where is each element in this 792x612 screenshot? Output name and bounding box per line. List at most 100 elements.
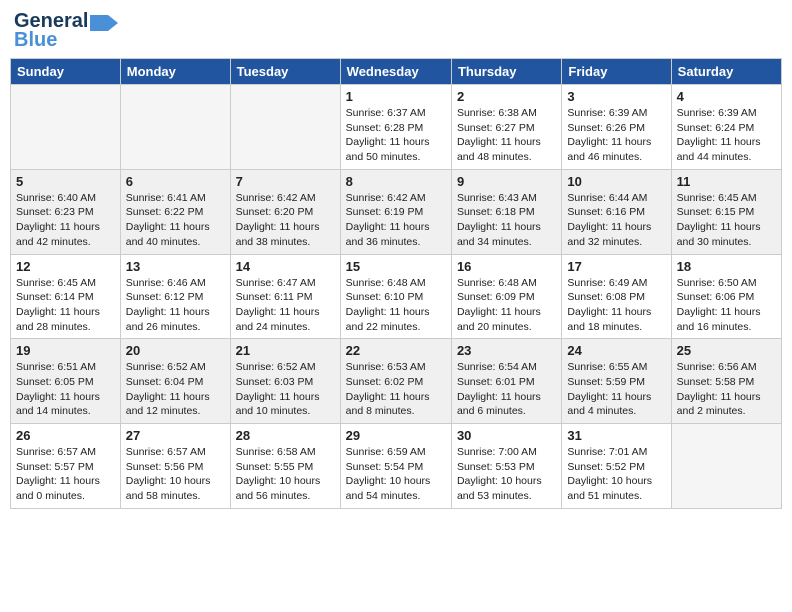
day-info: Sunrise: 6:39 AM Sunset: 6:24 PM Dayligh…	[677, 106, 776, 165]
header-saturday: Saturday	[671, 59, 781, 85]
day-number: 30	[457, 428, 556, 443]
calendar-week-row: 1 Sunrise: 6:37 AM Sunset: 6:28 PM Daylig…	[11, 85, 782, 170]
day-number: 11	[677, 174, 776, 189]
calendar-cell: 10 Sunrise: 6:44 AM Sunset: 6:16 PM Dayli…	[562, 169, 671, 254]
day-info: Sunrise: 6:51 AM Sunset: 6:05 PM Dayligh…	[16, 360, 115, 419]
calendar-cell: 17 Sunrise: 6:49 AM Sunset: 6:08 PM Dayli…	[562, 254, 671, 339]
day-info: Sunrise: 6:50 AM Sunset: 6:06 PM Dayligh…	[677, 276, 776, 335]
day-info: Sunrise: 6:44 AM Sunset: 6:16 PM Dayligh…	[567, 191, 665, 250]
day-number: 1	[346, 89, 446, 104]
day-number: 26	[16, 428, 115, 443]
day-number: 6	[126, 174, 225, 189]
calendar-cell: 29 Sunrise: 6:59 AM Sunset: 5:54 PM Dayli…	[340, 424, 451, 509]
day-number: 10	[567, 174, 665, 189]
day-number: 22	[346, 343, 446, 358]
day-number: 13	[126, 259, 225, 274]
logo-arrow-icon	[90, 15, 118, 31]
day-info: Sunrise: 6:41 AM Sunset: 6:22 PM Dayligh…	[126, 191, 225, 250]
calendar-cell: 15 Sunrise: 6:48 AM Sunset: 6:10 PM Dayli…	[340, 254, 451, 339]
day-info: Sunrise: 6:57 AM Sunset: 5:57 PM Dayligh…	[16, 445, 115, 504]
day-number: 20	[126, 343, 225, 358]
calendar-week-row: 5 Sunrise: 6:40 AM Sunset: 6:23 PM Daylig…	[11, 169, 782, 254]
day-info: Sunrise: 6:37 AM Sunset: 6:28 PM Dayligh…	[346, 106, 446, 165]
calendar-cell: 20Sunrise: 6:52 AM Sunset: 6:04 PM Dayli…	[120, 339, 230, 424]
day-info: Sunrise: 6:49 AM Sunset: 6:08 PM Dayligh…	[567, 276, 665, 335]
day-info: Sunrise: 6:43 AM Sunset: 6:18 PM Dayligh…	[457, 191, 556, 250]
day-number: 29	[346, 428, 446, 443]
calendar-cell: 25 Sunrise: 6:56 AM Sunset: 5:58 PM Dayli…	[671, 339, 781, 424]
calendar-cell: 22 Sunrise: 6:53 AM Sunset: 6:02 PM Dayli…	[340, 339, 451, 424]
calendar-cell: 2Sunrise: 6:38 AM Sunset: 6:27 PM Daylig…	[451, 85, 561, 170]
calendar-cell: 30Sunrise: 7:00 AM Sunset: 5:53 PM Dayli…	[451, 424, 561, 509]
calendar-cell: 1 Sunrise: 6:37 AM Sunset: 6:28 PM Daylig…	[340, 85, 451, 170]
day-number: 31	[567, 428, 665, 443]
calendar-cell	[11, 85, 121, 170]
calendar-cell: 7Sunrise: 6:42 AM Sunset: 6:20 PM Daylig…	[230, 169, 340, 254]
calendar-cell: 9 Sunrise: 6:43 AM Sunset: 6:18 PM Daylig…	[451, 169, 561, 254]
calendar-cell: 28Sunrise: 6:58 AM Sunset: 5:55 PM Dayli…	[230, 424, 340, 509]
day-info: Sunrise: 6:56 AM Sunset: 5:58 PM Dayligh…	[677, 360, 776, 419]
day-number: 28	[236, 428, 335, 443]
calendar-week-row: 19 Sunrise: 6:51 AM Sunset: 6:05 PM Dayli…	[11, 339, 782, 424]
day-info: Sunrise: 6:52 AM Sunset: 6:03 PM Dayligh…	[236, 360, 335, 419]
day-number: 3	[567, 89, 665, 104]
calendar-table: SundayMondayTuesdayWednesdayThursdayFrid…	[10, 58, 782, 509]
header-monday: Monday	[120, 59, 230, 85]
day-info: Sunrise: 6:47 AM Sunset: 6:11 PM Dayligh…	[236, 276, 335, 335]
day-number: 2	[457, 89, 556, 104]
calendar-cell: 24 Sunrise: 6:55 AM Sunset: 5:59 PM Dayli…	[562, 339, 671, 424]
day-number: 18	[677, 259, 776, 274]
day-info: Sunrise: 7:01 AM Sunset: 5:52 PM Dayligh…	[567, 445, 665, 504]
day-number: 12	[16, 259, 115, 274]
day-number: 23	[457, 343, 556, 358]
calendar-cell	[230, 85, 340, 170]
calendar-cell: 11Sunrise: 6:45 AM Sunset: 6:15 PM Dayli…	[671, 169, 781, 254]
calendar-cell: 31 Sunrise: 7:01 AM Sunset: 5:52 PM Dayli…	[562, 424, 671, 509]
day-number: 21	[236, 343, 335, 358]
logo-blue: Blue	[14, 29, 57, 52]
calendar-cell: 3 Sunrise: 6:39 AM Sunset: 6:26 PM Daylig…	[562, 85, 671, 170]
calendar-cell: 6 Sunrise: 6:41 AM Sunset: 6:22 PM Daylig…	[120, 169, 230, 254]
day-number: 15	[346, 259, 446, 274]
header-sunday: Sunday	[11, 59, 121, 85]
day-info: Sunrise: 6:53 AM Sunset: 6:02 PM Dayligh…	[346, 360, 446, 419]
calendar-cell: 5 Sunrise: 6:40 AM Sunset: 6:23 PM Daylig…	[11, 169, 121, 254]
day-number: 25	[677, 343, 776, 358]
day-number: 5	[16, 174, 115, 189]
day-info: Sunrise: 6:39 AM Sunset: 6:26 PM Dayligh…	[567, 106, 665, 165]
day-number: 17	[567, 259, 665, 274]
day-info: Sunrise: 6:59 AM Sunset: 5:54 PM Dayligh…	[346, 445, 446, 504]
calendar-cell: 8 Sunrise: 6:42 AM Sunset: 6:19 PM Daylig…	[340, 169, 451, 254]
calendar-cell: 16Sunrise: 6:48 AM Sunset: 6:09 PM Dayli…	[451, 254, 561, 339]
calendar-cell: 19 Sunrise: 6:51 AM Sunset: 6:05 PM Dayli…	[11, 339, 121, 424]
day-number: 9	[457, 174, 556, 189]
calendar-cell	[671, 424, 781, 509]
header-friday: Friday	[562, 59, 671, 85]
day-number: 24	[567, 343, 665, 358]
day-info: Sunrise: 6:54 AM Sunset: 6:01 PM Dayligh…	[457, 360, 556, 419]
day-info: Sunrise: 6:55 AM Sunset: 5:59 PM Dayligh…	[567, 360, 665, 419]
calendar-cell: 13Sunrise: 6:46 AM Sunset: 6:12 PM Dayli…	[120, 254, 230, 339]
header-thursday: Thursday	[451, 59, 561, 85]
page-header: General Blue	[10, 10, 782, 52]
day-info: Sunrise: 6:42 AM Sunset: 6:19 PM Dayligh…	[346, 191, 446, 250]
calendar-cell: 27Sunrise: 6:57 AM Sunset: 5:56 PM Dayli…	[120, 424, 230, 509]
day-info: Sunrise: 6:45 AM Sunset: 6:14 PM Dayligh…	[16, 276, 115, 335]
day-info: Sunrise: 6:40 AM Sunset: 6:23 PM Dayligh…	[16, 191, 115, 250]
calendar-header-row: SundayMondayTuesdayWednesdayThursdayFrid…	[11, 59, 782, 85]
day-number: 4	[677, 89, 776, 104]
calendar-cell: 21 Sunrise: 6:52 AM Sunset: 6:03 PM Dayli…	[230, 339, 340, 424]
day-number: 7	[236, 174, 335, 189]
day-number: 8	[346, 174, 446, 189]
calendar-cell	[120, 85, 230, 170]
day-info: Sunrise: 6:48 AM Sunset: 6:09 PM Dayligh…	[457, 276, 556, 335]
day-number: 27	[126, 428, 225, 443]
day-number: 19	[16, 343, 115, 358]
header-tuesday: Tuesday	[230, 59, 340, 85]
day-info: Sunrise: 6:48 AM Sunset: 6:10 PM Dayligh…	[346, 276, 446, 335]
logo: General Blue	[14, 10, 118, 52]
calendar-cell: 26 Sunrise: 6:57 AM Sunset: 5:57 PM Dayli…	[11, 424, 121, 509]
header-wednesday: Wednesday	[340, 59, 451, 85]
calendar-cell: 14Sunrise: 6:47 AM Sunset: 6:11 PM Dayli…	[230, 254, 340, 339]
calendar-cell: 18 Sunrise: 6:50 AM Sunset: 6:06 PM Dayli…	[671, 254, 781, 339]
